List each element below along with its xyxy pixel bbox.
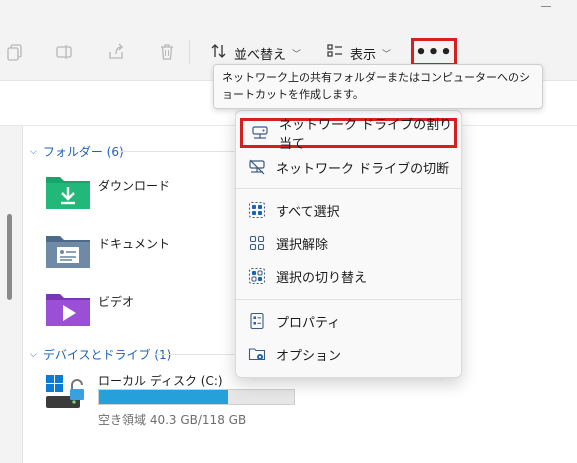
menu-item-map-network-drive[interactable]: ネットワーク ドライブの割り当て <box>240 118 457 152</box>
menu-item-label: 選択の切り替え <box>276 270 368 286</box>
menu-item-properties[interactable]: プロパティ <box>240 306 457 336</box>
copy-icon[interactable] <box>4 41 26 63</box>
devices-section-label: デバイスとドライブ (1) <box>42 348 172 362</box>
select-none-icon <box>248 234 266 252</box>
devices-section-header[interactable]: ⌵ デバイスとドライブ (1) <box>30 346 171 363</box>
chevron-down-icon: ⌵ <box>30 146 37 157</box>
toolbar-divider <box>189 40 190 64</box>
menu-separator <box>236 299 461 300</box>
share-icon[interactable] <box>105 41 127 63</box>
menu-separator <box>236 188 461 189</box>
title-bar <box>0 0 577 30</box>
folder-label-downloads: ダウンロード <box>98 179 171 193</box>
drive-item-c[interactable] <box>44 372 92 412</box>
navigation-scrollbar-thumb[interactable] <box>7 214 12 300</box>
disconnect-network-drive-icon <box>248 158 266 176</box>
menu-item-options[interactable]: オプション <box>240 339 457 369</box>
drive-label: ローカル ディスク (C:) <box>98 374 223 388</box>
drive-usage-bar <box>98 389 295 405</box>
view-icon <box>326 42 344 64</box>
folders-section-label: フォルダー (6) <box>42 145 124 159</box>
folder-label-videos: ビデオ <box>98 295 135 309</box>
documents-folder-icon <box>46 236 90 268</box>
folders-section-header[interactable]: ⌵ フォルダー (6) <box>30 143 124 160</box>
section-divider <box>155 354 235 355</box>
map-network-drive-icon <box>251 124 269 142</box>
videos-folder-icon <box>46 294 90 326</box>
menu-item-label: ネットワーク ドライブの切断 <box>276 161 450 177</box>
tooltip: ネットワーク上の共有フォルダーまたはコンピューターへのショートカットを作成します… <box>213 64 543 109</box>
chevron-down-icon: ﹀ <box>292 49 302 60</box>
menu-item-disconnect-network-drive[interactable]: ネットワーク ドライブの切断 <box>240 152 457 182</box>
properties-icon <box>248 312 266 330</box>
menu-item-select-all[interactable]: すべて選択 <box>240 195 457 225</box>
drive-usage-fill <box>99 390 228 404</box>
drive-free-space: 空き領域 40.3 GB/118 GB <box>98 413 247 427</box>
menu-item-label: オプション <box>276 348 342 364</box>
sort-button[interactable]: 並べ替え ﹀ <box>210 42 301 64</box>
select-all-icon <box>248 201 266 219</box>
sort-label: 並べ替え <box>234 47 287 63</box>
delete-icon[interactable] <box>156 41 178 63</box>
folder-label-documents: ドキュメント <box>98 237 171 251</box>
section-divider <box>120 151 235 152</box>
view-button[interactable]: 表示 ﹀ <box>326 42 391 64</box>
menu-item-label: ネットワーク ドライブの割り当て <box>279 118 453 152</box>
menu-item-select-none[interactable]: 選択解除 <box>240 228 457 258</box>
view-label: 表示 <box>350 47 377 63</box>
chevron-down-icon: ﹀ <box>382 49 392 60</box>
folder-item-documents[interactable] <box>45 232 91 270</box>
options-icon <box>248 345 266 363</box>
menu-item-label: 選択解除 <box>276 237 329 253</box>
invert-selection-icon <box>248 267 266 285</box>
menu-item-label: プロパティ <box>276 315 341 331</box>
rename-icon[interactable] <box>54 41 76 63</box>
minimize-icon[interactable] <box>541 6 551 7</box>
see-more-menu: ネットワーク ドライブの割り当て ネットワーク ドライブの切断 すべて選択 選択… <box>235 110 462 378</box>
download-folder-icon <box>46 177 90 209</box>
chevron-down-icon: ⌵ <box>30 349 37 360</box>
see-more-button[interactable]: ••• <box>411 38 457 66</box>
menu-item-invert-selection[interactable]: 選択の切り替え <box>240 261 457 291</box>
folder-item-videos[interactable] <box>45 290 91 328</box>
folder-item-downloads[interactable] <box>45 173 91 211</box>
windows-drive-icon <box>46 375 84 408</box>
menu-item-label: すべて選択 <box>276 204 340 220</box>
sort-icon <box>210 42 228 64</box>
